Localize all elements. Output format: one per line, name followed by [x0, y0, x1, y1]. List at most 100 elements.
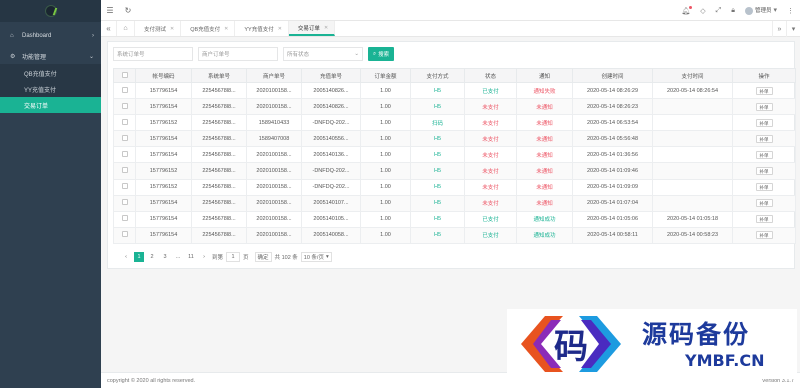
table-cell: 2005140058...: [301, 226, 361, 244]
reissue-button[interactable]: 补单: [755, 102, 773, 111]
table-cell: 1589407008: [246, 130, 302, 148]
search-button[interactable]: ⌕ 搜索: [368, 47, 395, 61]
notification-bell-icon[interactable]: 🔔︎: [681, 5, 693, 15]
merchant-order-input[interactable]: 商户订单号: [198, 47, 278, 61]
chevron-down-icon: ⌄: [354, 51, 359, 57]
sidebar-item-features[interactable]: ⚙ 功能管理 ⌄: [0, 48, 101, 64]
table-cell: 22545678l8...: [191, 81, 247, 100]
page-ellipsis: ...: [175, 254, 181, 260]
table-cell: 1.00: [360, 81, 411, 100]
table-cell: 22545678l8...: [191, 114, 247, 132]
status-select[interactable]: 所有状态 ⌄: [283, 47, 363, 61]
tag-icon[interactable]: ◇: [700, 7, 705, 15]
page-button[interactable]: 11: [186, 252, 196, 262]
table-cell: 2020100158...: [246, 81, 302, 100]
row-checkbox[interactable]: [113, 81, 136, 100]
reissue-button[interactable]: 补单: [755, 215, 773, 224]
column-header[interactable]: 商户单号: [246, 68, 302, 83]
table-cell: 2020100158...: [246, 194, 302, 212]
table-cell: 通知成功: [516, 226, 573, 244]
more-vertical-icon[interactable]: ⋮: [787, 7, 794, 15]
goto-page-input[interactable]: 1: [226, 252, 241, 262]
row-checkbox[interactable]: [113, 226, 136, 244]
reissue-button[interactable]: 补单: [755, 231, 773, 240]
column-header[interactable]: 状态: [464, 68, 517, 83]
close-icon[interactable]: ✕: [224, 26, 228, 32]
table-cell: 2020-05-14 01:07:04: [572, 194, 653, 212]
reissue-button[interactable]: 补单: [755, 134, 773, 143]
page-button[interactable]: 3: [160, 252, 170, 262]
column-header[interactable]: 创建时间: [572, 68, 653, 83]
table-cell: [652, 178, 733, 196]
column-header[interactable]: 充值单号: [301, 68, 361, 83]
sidebar-item-dashboard[interactable]: ⌂ Dashboard ›: [0, 28, 101, 44]
prev-page-icon[interactable]: ‹: [121, 252, 131, 262]
column-header[interactable]: 支付方式: [410, 68, 465, 83]
reissue-button[interactable]: 补单: [755, 86, 773, 95]
table-cell: 1.00: [360, 98, 411, 116]
page-size-select[interactable]: 10 条/页 ▾: [300, 252, 332, 262]
row-checkbox[interactable]: [113, 114, 136, 132]
table-cell: 1.00: [360, 162, 411, 180]
tabs-scroll-right-icon[interactable]: »: [772, 21, 786, 37]
column-header[interactable]: 通知: [516, 68, 573, 83]
table-cell: 2005140826...: [301, 81, 361, 100]
page-button[interactable]: 1: [134, 252, 144, 262]
reissue-button[interactable]: 补单: [755, 118, 773, 127]
sidebar-item-orders[interactable]: 交易订单: [0, 97, 101, 113]
table-cell: 补单: [732, 194, 796, 212]
table-cell: H5: [410, 81, 465, 100]
goto-confirm-button[interactable]: 确定: [254, 252, 272, 262]
reissue-button[interactable]: 补单: [755, 167, 773, 176]
search-button-label: 搜索: [378, 52, 390, 58]
caret-down-icon: ▾: [325, 254, 329, 260]
column-header[interactable]: 系统单号: [191, 68, 247, 83]
tab-yy-pay[interactable]: YY充值支付 ✕: [235, 21, 289, 36]
table-cell: 157796154: [135, 226, 192, 244]
fullscreen-icon[interactable]: ⤢: [716, 7, 722, 15]
row-checkbox[interactable]: [113, 162, 136, 180]
table-cell: -DNFDQ-202...: [301, 114, 361, 132]
close-icon[interactable]: ✕: [170, 26, 174, 32]
tab-orders[interactable]: 交易订单 ✕: [288, 21, 336, 36]
row-checkbox[interactable]: [113, 178, 136, 196]
table-row: 157796154 22545678l8... 2020100158... 20051…: [113, 98, 796, 116]
column-header[interactable]: 订单金额: [360, 68, 411, 83]
table-cell: 157796154: [135, 210, 192, 228]
column-header[interactable]: 支付时间: [652, 68, 733, 83]
select-all-checkbox[interactable]: [113, 68, 136, 83]
table-cell: 1589410433: [246, 114, 302, 132]
copyright-text: copyright © 2020 all rights reserved.: [107, 377, 196, 384]
table-cell: 2020-05-14 01:36:56: [572, 146, 653, 164]
tab-qb-pay[interactable]: QB充值支付 ✕: [181, 21, 236, 36]
row-checkbox[interactable]: [113, 130, 136, 148]
row-checkbox[interactable]: [113, 194, 136, 212]
app-logo[interactable]: [0, 0, 101, 22]
reissue-button[interactable]: 补单: [755, 199, 773, 208]
sidebar-item-qb-pay[interactable]: QB充值支付: [0, 65, 101, 81]
row-checkbox[interactable]: [113, 146, 136, 164]
table-cell: 未通知: [516, 194, 573, 212]
reissue-button[interactable]: 补单: [755, 150, 773, 159]
row-checkbox[interactable]: [113, 98, 136, 116]
home-tab-icon[interactable]: ⌂: [117, 21, 135, 36]
column-header[interactable]: 帐号编码: [135, 68, 192, 83]
search-bar: 系统订单号 商户订单号 所有状态 ⌄ ⌕ 搜索: [113, 47, 395, 61]
table-cell: 已支付: [464, 226, 517, 244]
tabs-scroll-left-icon[interactable]: «: [101, 21, 117, 36]
lock-icon[interactable]: 🔒︎: [731, 7, 735, 15]
next-page-icon[interactable]: ›: [199, 252, 209, 262]
table-cell: 2020100158...: [246, 178, 302, 196]
sidebar-item-yy-pay[interactable]: YY充值支付: [0, 81, 101, 97]
menu-toggle-icon[interactable]: ☰: [101, 6, 119, 15]
system-order-input[interactable]: 系统订单号: [113, 47, 193, 61]
user-menu[interactable]: 管理员 ▾: [745, 6, 777, 15]
page-button[interactable]: 2: [147, 252, 157, 262]
tabs-menu-icon[interactable]: ▾: [786, 21, 800, 37]
close-icon[interactable]: ✕: [278, 26, 282, 32]
reissue-button[interactable]: 补单: [755, 183, 773, 192]
tab-pay-test[interactable]: 支付测试 ✕: [135, 21, 182, 36]
close-icon[interactable]: ✕: [324, 25, 328, 31]
refresh-icon[interactable]: ↻: [119, 6, 137, 15]
row-checkbox[interactable]: [113, 210, 136, 228]
